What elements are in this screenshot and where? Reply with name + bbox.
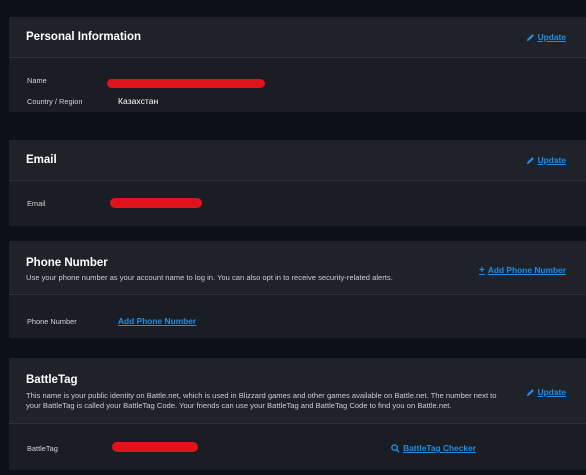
email-header: Email Update	[9, 140, 586, 180]
battletag-redaction	[112, 442, 198, 452]
email-card: Email Update Email	[9, 140, 586, 226]
plus-icon: +	[478, 264, 485, 276]
phone-label: Phone Number	[27, 317, 77, 326]
pencil-icon	[526, 156, 535, 165]
row-add-phone-label: Add Phone Number	[118, 316, 197, 326]
country-value: Казахстан	[118, 96, 159, 106]
add-phone-label: Add Phone Number	[487, 265, 566, 275]
phone-divider	[9, 294, 586, 295]
battletag-update-label: Update	[537, 387, 566, 397]
personal-info-title: Personal Information	[26, 31, 142, 43]
email-update-link[interactable]: Update	[526, 155, 566, 165]
personal-divider	[9, 57, 586, 58]
email-label: Email	[27, 199, 46, 208]
add-phone-link[interactable]: + Add Phone Number	[479, 265, 566, 275]
battletag-checker-label: BattleTag Checker	[403, 443, 476, 453]
email-title: Email	[26, 154, 57, 166]
name-redaction	[107, 79, 265, 88]
battletag-divider	[9, 423, 586, 424]
personal-update-label: Update	[537, 32, 566, 42]
phone-header: Phone Number Use your phone number as yo…	[9, 241, 586, 294]
phone-description: Use your phone number as your account na…	[26, 273, 393, 282]
battletag-card: BattleTag This name is your public ident…	[9, 358, 586, 470]
email-update-label: Update	[537, 155, 566, 165]
personal-info-header: Personal Information Update	[9, 17, 586, 57]
battletag-checker-link[interactable]: BattleTag Checker	[391, 443, 476, 453]
email-redaction	[110, 198, 202, 208]
battletag-label: BattleTag	[27, 444, 58, 453]
personal-update-link[interactable]: Update	[526, 32, 566, 42]
battletag-update-link[interactable]: Update	[526, 387, 566, 397]
phone-title: Phone Number	[26, 257, 108, 269]
country-label: Country / Region	[27, 97, 83, 106]
email-divider	[9, 180, 586, 181]
battletag-description: This name is your public identity on Bat…	[26, 391, 497, 410]
battletag-header: BattleTag This name is your public ident…	[9, 358, 586, 423]
pencil-icon	[526, 388, 535, 397]
battletag-title: BattleTag	[26, 374, 78, 386]
personal-info-card: Personal Information Update Name Country…	[9, 17, 586, 112]
name-label: Name	[27, 76, 47, 85]
row-add-phone-link[interactable]: Add Phone Number	[118, 316, 196, 326]
search-icon	[391, 443, 400, 453]
pencil-icon	[526, 33, 535, 42]
phone-card: Phone Number Use your phone number as yo…	[9, 241, 586, 338]
